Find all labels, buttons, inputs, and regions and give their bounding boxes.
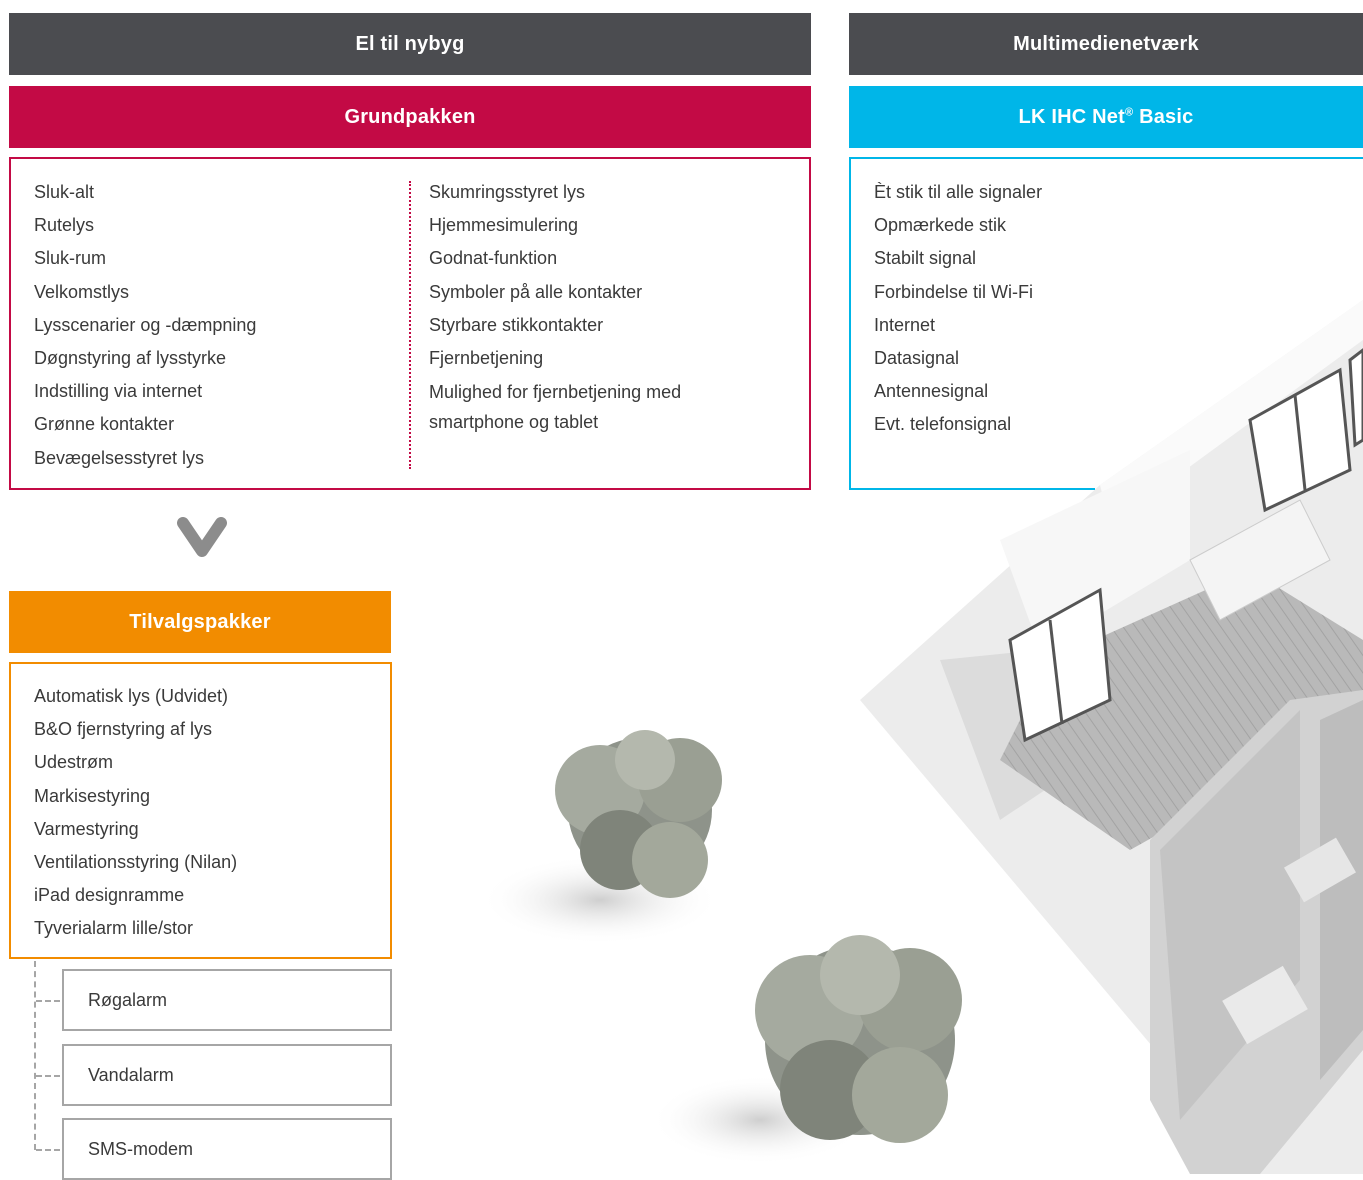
list-item: Lysscenarier og -dæmpning [34, 314, 257, 335]
grundpakken-title: Grundpakken [344, 105, 476, 128]
basic-bottom-border [849, 488, 1095, 490]
lk-ihc-net-basic-title: LK IHC Net® Basic [1019, 106, 1194, 129]
sub-item-vandalarm: Vandalarm [62, 1044, 392, 1106]
list-item: Godnat-funktion [429, 248, 558, 269]
list-item: Styrbare stikkontakter [429, 314, 604, 335]
list-item: Tyverialarm lille/stor [34, 918, 194, 939]
sub-item-label: SMS-modem [88, 1138, 194, 1159]
sub-item-label: Røgalarm [88, 989, 168, 1010]
header-multimedienetvaerk: Multimedienetværk [849, 13, 1363, 75]
grundpakken-list-col1: Sluk-alt Rutelys Sluk-rum Velkomstlys Ly… [34, 176, 256, 475]
lk-ihc-net-basic-box: Èt stik til alle signaler Opmærkede stik… [849, 157, 1363, 490]
list-item: Rutelys [34, 215, 95, 236]
sub-item-rogalarm: Røgalarm [62, 969, 392, 1031]
tilvalgspakker-bar: Tilvalgspakker [9, 591, 391, 653]
tilvalgspakker-box: Automatisk lys (Udvidet) B&O fjernstyrin… [9, 662, 392, 959]
list-item: Markisestyring [34, 785, 151, 806]
list-item: Fjernbetjening [429, 348, 544, 369]
tilvalg-list: Automatisk lys (Udvidet) B&O fjernstyrin… [34, 680, 237, 946]
grundpakken-list-col2: Skumringsstyret lys Hjemmesimulering God… [429, 176, 749, 437]
list-item: Symboler på alle kontakter [429, 281, 643, 302]
tree-2 [755, 935, 962, 1143]
grundpakken-bar: Grundpakken [9, 86, 811, 148]
list-item: Skumringsstyret lys [429, 182, 586, 202]
tilvalgspakker-title: Tilvalgspakker [129, 610, 271, 633]
list-item: Forbindelse til Wi-Fi [874, 281, 1034, 302]
list-item: Evt. telefonsignal [874, 414, 1012, 435]
list-item: Antennesignal [874, 381, 989, 402]
basic-title-end: Basic [1133, 105, 1194, 128]
list-item: Sluk-rum [34, 248, 107, 269]
chevron-down-icon [177, 517, 227, 557]
connector-h-3 [36, 1149, 60, 1151]
list-item: Internet [874, 314, 936, 335]
list-item: Bevægelsesstyret lys [34, 447, 205, 468]
list-item: B&O fjernstyring af lys [34, 719, 213, 740]
list-item: Sluk-alt [34, 182, 95, 202]
header-el-til-nybyg: El til nybyg [9, 13, 811, 75]
grundpakken-box: Sluk-alt Rutelys Sluk-rum Velkomstlys Ly… [9, 157, 811, 490]
connector-h-1 [36, 1000, 60, 1002]
basic-list: Èt stik til alle signaler Opmærkede stik… [874, 176, 1042, 442]
lk-ihc-net-basic-bar: LK IHC Net® Basic [849, 86, 1363, 148]
list-item: Udestrøm [34, 752, 114, 773]
column-divider [409, 181, 411, 469]
list-item: Datasignal [874, 348, 960, 369]
basic-title-main: LK IHC Net [1018, 105, 1125, 128]
connector-h-2 [36, 1075, 60, 1077]
list-item: Stabilt signal [874, 248, 977, 269]
list-item: Automatisk lys (Udvidet) [34, 686, 229, 706]
list-item: Hjemmesimulering [429, 215, 579, 236]
list-item: Varmestyring [34, 818, 139, 839]
list-item: Èt stik til alle signaler [874, 182, 1043, 202]
header-multimedienetvaerk-label: Multimedienetværk [1013, 32, 1199, 55]
list-item: Ventilationsstyring (Nilan) [34, 852, 238, 873]
list-item: Grønne kontakter [34, 414, 175, 435]
list-item: Velkomstlys [34, 281, 130, 302]
header-el-til-nybyg-label: El til nybyg [355, 32, 465, 55]
sub-item-label: Vandalarm [88, 1064, 174, 1085]
sub-item-sms-modem: SMS-modem [62, 1118, 392, 1180]
list-item: iPad designramme [34, 885, 185, 906]
connector-vertical [34, 961, 36, 1150]
list-item: Opmærkede stik [874, 215, 1007, 236]
list-item: Døgnstyring af lysstyrke [34, 348, 227, 369]
list-item: Mulighed for fjernbetjening med smartpho… [429, 382, 682, 433]
list-item: Indstilling via internet [34, 381, 203, 402]
